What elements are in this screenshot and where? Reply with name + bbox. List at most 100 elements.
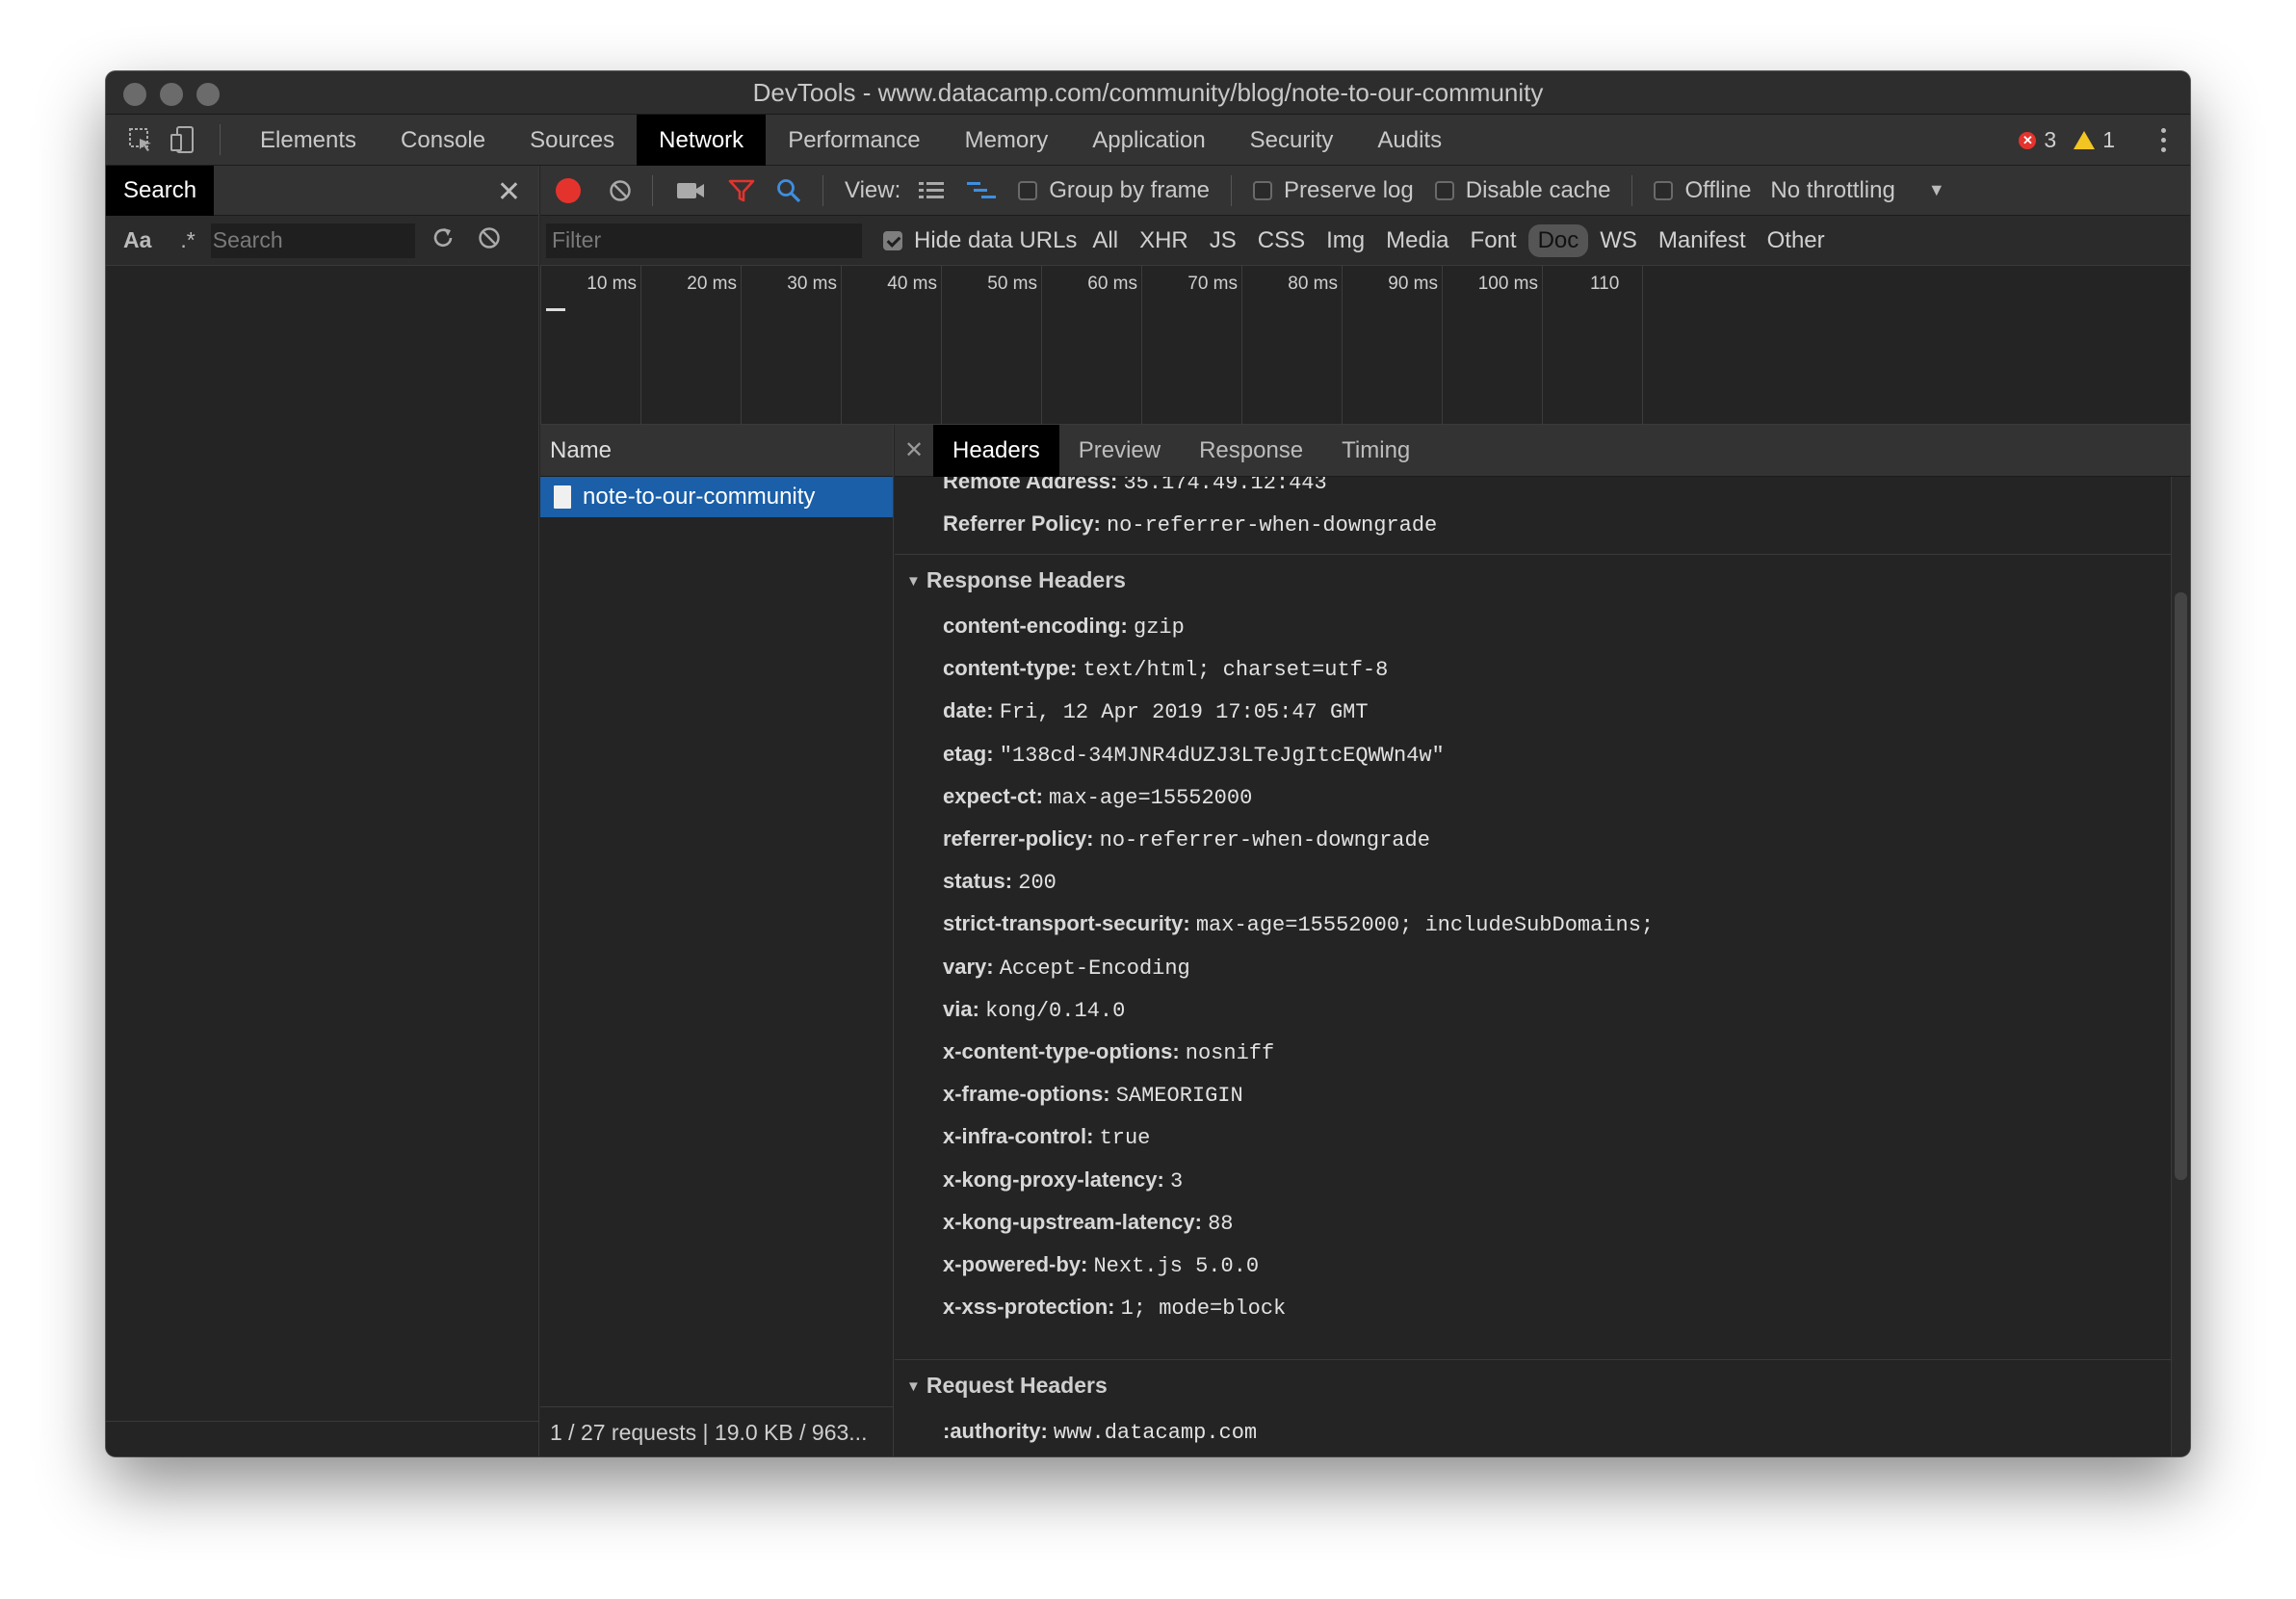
header-row: vary: Accept-Encoding: [943, 955, 1190, 981]
refresh-icon[interactable]: [430, 225, 456, 255]
triangle-down-icon[interactable]: ▼: [906, 1378, 921, 1395]
filter-input[interactable]: [546, 223, 862, 258]
timeline-overview[interactable]: 10 ms 20 ms 30 ms 40 ms 50 ms 60 ms 70 ms 80 ms…: [540, 266, 2190, 425]
record-button[interactable]: [556, 177, 581, 203]
checkbox-checked[interactable]: [883, 230, 902, 250]
search-icon[interactable]: [776, 178, 801, 203]
clear-icon[interactable]: [608, 178, 633, 203]
tab-console[interactable]: Console: [378, 115, 508, 166]
filter-type-doc[interactable]: Doc: [1527, 223, 1589, 257]
filter-type-css[interactable]: CSS: [1248, 224, 1315, 257]
tab-audits[interactable]: Audits: [1355, 115, 1464, 166]
header-row: x-kong-proxy-latency: 3: [943, 1167, 1183, 1193]
filter-icon[interactable]: [728, 178, 755, 203]
response-headers-section-title: Response Headers: [926, 567, 1126, 592]
match-case-toggle[interactable]: Aa: [123, 227, 151, 253]
checkbox[interactable]: [1654, 180, 1674, 200]
preserve-log-checkbox[interactable]: Preserve log: [1253, 177, 1414, 204]
error-icon: ✕: [2019, 131, 2037, 149]
group-by-frame-checkbox[interactable]: Group by frame: [1018, 177, 1210, 204]
scrollbar-thumb[interactable]: [2175, 592, 2187, 1180]
checkbox[interactable]: [1253, 180, 1272, 200]
scrollbar[interactable]: [2171, 477, 2190, 1456]
header-value: max-age=15552000: [1049, 785, 1253, 810]
chevron-down-icon[interactable]: ▼: [1928, 180, 1945, 200]
header-row: content-encoding: gzip: [943, 614, 1185, 640]
request-row[interactable]: note-to-our-community: [540, 477, 893, 517]
close-window-button[interactable]: [123, 83, 146, 106]
timeline-gridline: [640, 266, 641, 425]
tab-performance[interactable]: Performance: [766, 115, 942, 166]
tab-headers[interactable]: Headers: [933, 425, 1059, 477]
checkbox[interactable]: [1434, 180, 1454, 200]
minimize-window-button[interactable]: [160, 83, 183, 106]
filter-type-manifest[interactable]: Manifest: [1649, 224, 1756, 257]
header-row: strict-transport-security: max-age=15552…: [943, 911, 1654, 937]
tab-network[interactable]: Network: [637, 114, 767, 166]
warning-count: 1: [2102, 127, 2115, 152]
header-value: "138cd-34MJNR4dUZJ3LTeJgItcEQWWn4w": [999, 743, 1445, 768]
tab-memory[interactable]: Memory: [943, 115, 1071, 166]
search-panel-divider: [106, 1421, 538, 1422]
close-icon[interactable]: ✕: [497, 175, 521, 209]
tab-preview[interactable]: Preview: [1059, 425, 1180, 477]
throttling-select[interactable]: No throttling: [1770, 177, 1894, 204]
more-options-icon[interactable]: [2161, 128, 2167, 152]
regex-toggle[interactable]: .*: [180, 227, 195, 253]
name-column-header[interactable]: Name: [540, 425, 893, 477]
header-name: Referrer Policy:: [943, 511, 1101, 536]
filter-type-all[interactable]: All: [1083, 224, 1128, 257]
tab-application[interactable]: Application: [1070, 115, 1227, 166]
close-details-icon[interactable]: ✕: [895, 436, 933, 464]
timeline-tick-label: 90 ms: [1388, 274, 1438, 294]
header-row: referrer-policy: no-referrer-when-downgr…: [943, 826, 1430, 852]
timeline-tick-label: 80 ms: [1288, 274, 1338, 294]
large-rows-icon[interactable]: [918, 180, 945, 201]
filter-type-img[interactable]: Img: [1317, 224, 1374, 257]
search-tab[interactable]: Search: [106, 166, 214, 216]
triangle-down-icon[interactable]: ▼: [906, 573, 921, 590]
tab-sources[interactable]: Sources: [508, 115, 637, 166]
device-toolbar-icon[interactable]: [168, 124, 198, 155]
checkbox[interactable]: [1018, 180, 1038, 200]
filter-type-ws[interactable]: WS: [1590, 224, 1647, 257]
issue-counters[interactable]: ✕ 3 1: [2019, 115, 2115, 166]
tab-timing[interactable]: Timing: [1322, 425, 1429, 477]
filter-type-font[interactable]: Font: [1461, 224, 1526, 257]
search-input[interactable]: [210, 223, 415, 258]
warning-icon: [2074, 131, 2096, 149]
request-headers-section[interactable]: ▼ Request Headers: [906, 1373, 1108, 1399]
header-name: x-powered-by:: [943, 1252, 1088, 1276]
timeline-gridline: [841, 266, 842, 425]
inspect-element-icon[interactable]: [125, 124, 156, 155]
response-headers-section[interactable]: ▼ Response Headers: [906, 567, 1126, 593]
network-toolbar: View: Group by frame Preserve log Disabl…: [540, 166, 2190, 216]
header-name: vary:: [943, 954, 994, 979]
main-tab-bar: Elements Console Sources Network Performance…: [106, 114, 2190, 166]
filter-type-media[interactable]: Media: [1376, 224, 1458, 257]
screenshot-camera-icon[interactable]: [676, 180, 705, 201]
header-row: expect-ct: max-age=15552000: [943, 784, 1252, 810]
tab-security[interactable]: Security: [1228, 115, 1356, 166]
header-name: strict-transport-security:: [943, 911, 1190, 936]
hide-data-urls-checkbox[interactable]: Hide data URLs: [883, 227, 1077, 254]
clear-search-icon[interactable]: [477, 225, 502, 255]
timeline-gridline: [741, 266, 742, 425]
header-value: 200: [1018, 871, 1057, 896]
header-value: 3: [1169, 1168, 1184, 1193]
window-controls: [123, 83, 220, 106]
offline-checkbox[interactable]: Offline: [1654, 177, 1751, 204]
waterfall-overview-icon[interactable]: [966, 180, 997, 201]
filter-type-other[interactable]: Other: [1758, 224, 1835, 257]
filter-type-js[interactable]: JS: [1200, 224, 1246, 257]
tab-response[interactable]: Response: [1180, 425, 1322, 477]
header-name: content-type:: [943, 656, 1078, 681]
header-row: via: kong/0.14.0: [943, 997, 1125, 1023]
header-row: Remote Address: 35.174.49.12:443: [943, 477, 1327, 495]
header-name: referrer-policy:: [943, 826, 1094, 851]
tab-elements[interactable]: Elements: [238, 115, 378, 166]
filter-type-xhr[interactable]: XHR: [1130, 224, 1198, 257]
disable-cache-checkbox[interactable]: Disable cache: [1434, 177, 1610, 204]
devtools-window: DevTools - www.datacamp.com/community/bl…: [106, 71, 2190, 1456]
zoom-window-button[interactable]: [196, 83, 220, 106]
